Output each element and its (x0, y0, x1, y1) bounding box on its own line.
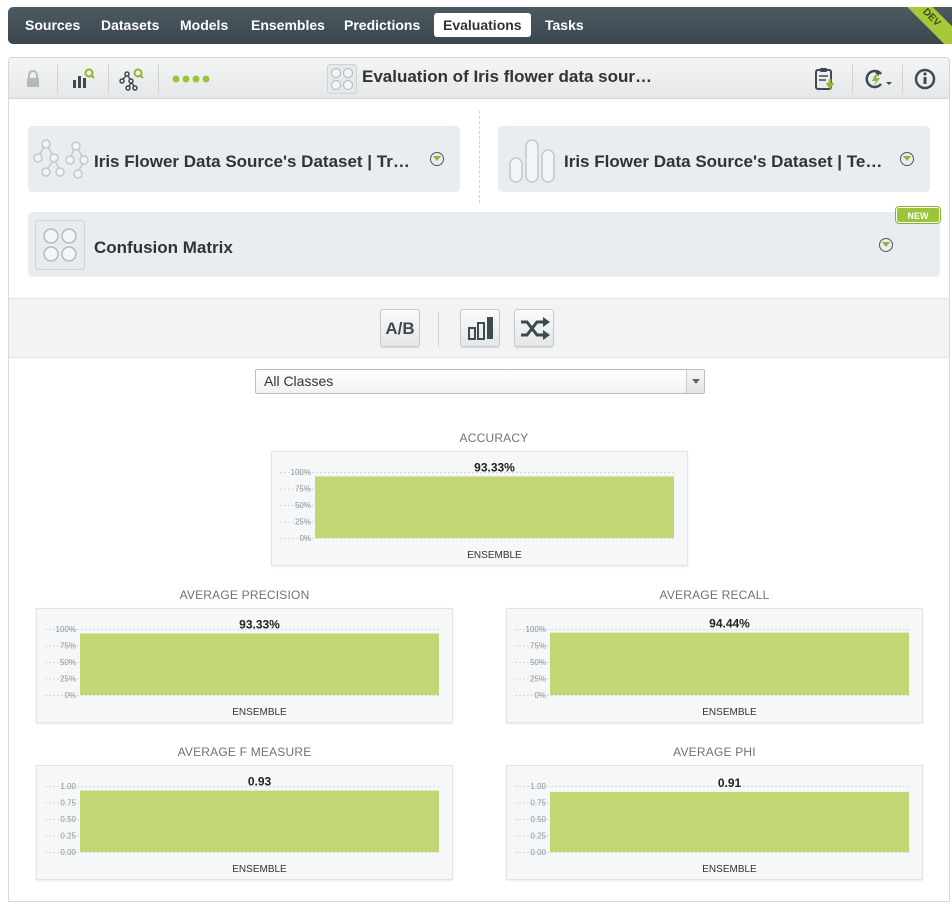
dots-icon[interactable] (171, 66, 215, 92)
x-tick-label: ENSEMBLE (702, 864, 757, 875)
tab-tasks[interactable]: Tasks (536, 13, 593, 37)
ab-compare-button[interactable]: A/B (380, 309, 420, 347)
tree-icon (32, 136, 94, 187)
main-nav: Sources Datasets Models Ensembles Predic… (8, 7, 952, 44)
y-tick-label: 75% (295, 485, 311, 494)
y-tick-label: 0.00 (60, 848, 76, 857)
train-dataset-label: Iris Flower Data Source's Dataset | Tr… (94, 152, 410, 171)
class-select-value: All Classes (264, 373, 334, 389)
y-tick-label: 0.50 (530, 815, 546, 824)
y-tick-label: 1.00 (530, 782, 546, 791)
data-label: 0.93 (248, 775, 272, 789)
data-label: 93.33% (474, 460, 515, 474)
chevron-down-icon[interactable] (686, 370, 704, 393)
x-tick-label: ENSEMBLE (702, 707, 757, 718)
avg-f-measure-chart: 1.00 0.75 0.50 0.25 0.00 0.93 ENSEMBLE (36, 765, 453, 880)
y-tick-label: 0% (64, 691, 76, 700)
test-dataset-card[interactable]: Iris Flower Data Source's Dataset | Te… (498, 126, 930, 192)
avg-precision-title: AVERAGE PRECISION (179, 588, 310, 602)
x-tick-label: ENSEMBLE (467, 550, 522, 561)
class-select[interactable]: All Classes (255, 369, 705, 394)
info-icon[interactable] (912, 66, 938, 92)
y-tick-label: 0.00 (530, 848, 546, 857)
reload-menu-icon[interactable] (862, 66, 896, 92)
accuracy-title: ACCURACY (459, 431, 529, 445)
avg-recall-chart: 100% 75% 50% 25% 0% 94.44% ENSEMBLE (506, 608, 923, 723)
expand-train-icon[interactable] (430, 152, 444, 166)
bar (80, 790, 439, 852)
page-title: Evaluation of Iris flower data sour… (362, 67, 652, 86)
x-tick-label: ENSEMBLE (232, 707, 287, 718)
avg-phi-title: AVERAGE PHI (673, 745, 756, 759)
y-tick-label: 100% (291, 468, 311, 477)
data-label: 94.44% (709, 617, 750, 631)
chart-svg: 1.00 0.75 0.50 0.25 0.00 0.91 ENSEMBLE (515, 776, 909, 875)
train-dataset-card[interactable]: Iris Flower Data Source's Dataset | Tr… (28, 126, 460, 192)
ab-compare-label: A/B (385, 319, 415, 338)
avg-recall-title: AVERAGE RECALL (659, 588, 770, 602)
bar-chart-icon (468, 317, 493, 340)
dev-ribbon: DEV (892, 7, 952, 44)
matrix-icon (35, 220, 85, 270)
y-tick-label: 50% (530, 658, 546, 667)
y-tick-label: 0.75 (60, 799, 76, 808)
confusion-matrix-card[interactable]: Confusion Matrix (28, 212, 940, 277)
avg-precision-chart: 100% 75% 50% 25% 0% 93.33% ENSEMBLE (36, 608, 453, 723)
y-tick-label: 1.00 (60, 782, 76, 791)
view-switcher: A/B (9, 298, 949, 358)
tab-sources[interactable]: Sources (16, 13, 89, 37)
y-tick-label: 100% (526, 625, 546, 634)
y-tick-label: 0.50 (60, 815, 76, 824)
y-tick-label: 25% (60, 675, 76, 684)
chart-svg: 100% 75% 50% 25% 0% 93.33% ENSEMBLE (45, 617, 439, 718)
accuracy-chart: 100% 75% 50% 25% 0% 93.33% ENSEMBLE (271, 451, 688, 566)
y-tick-label: 50% (295, 501, 311, 510)
shuffle-icon (521, 317, 550, 340)
bar-chart-view-button[interactable] (460, 309, 500, 347)
x-tick-label: ENSEMBLE (232, 864, 287, 875)
lock-icon[interactable] (20, 66, 46, 92)
shuffle-view-button[interactable] (514, 309, 554, 347)
y-tick-label: 0% (299, 534, 311, 543)
y-tick-label: 0% (534, 691, 546, 700)
tab-datasets[interactable]: Datasets (92, 13, 168, 37)
y-tick-label: 75% (530, 642, 546, 651)
y-tick-label: 100% (56, 625, 76, 634)
expand-confusion-icon[interactable] (879, 238, 893, 252)
new-badge: NEW (896, 207, 940, 223)
confusion-matrix-label: Confusion Matrix (94, 238, 233, 257)
chart-svg: 1.00 0.75 0.50 0.25 0.00 0.93 ENSEMBLE (45, 775, 439, 875)
resource-toolbar: Evaluation of Iris flower data sour… (8, 57, 950, 99)
y-tick-label: 50% (60, 658, 76, 667)
chart-svg: 100% 75% 50% 25% 0% 93.33% ENSEMBLE (280, 460, 674, 561)
bar-chart-search-icon[interactable] (70, 66, 96, 92)
y-tick-label: 0.25 (530, 832, 546, 841)
bar (550, 791, 909, 852)
bar (315, 476, 674, 538)
clipboard-download-icon[interactable] (812, 66, 838, 92)
bar (80, 633, 439, 695)
tree-search-icon[interactable] (119, 66, 145, 92)
y-tick-label: 0.75 (530, 799, 546, 808)
y-tick-label: 75% (60, 642, 76, 651)
y-tick-label: 25% (295, 518, 311, 527)
evaluation-panel: Iris Flower Data Source's Dataset | Tr… … (8, 99, 950, 902)
matrix-icon (327, 64, 357, 94)
tab-evaluations[interactable]: Evaluations (434, 13, 531, 37)
test-dataset-label: Iris Flower Data Source's Dataset | Te… (564, 152, 883, 171)
avg-phi-chart: 1.00 0.75 0.50 0.25 0.00 0.91 ENSEMBLE (506, 765, 923, 880)
data-label: 93.33% (239, 617, 280, 631)
histogram-icon (508, 136, 558, 189)
tab-models[interactable]: Models (171, 13, 237, 37)
y-tick-label: 0.25 (60, 832, 76, 841)
y-tick-label: 25% (530, 675, 546, 684)
tab-predictions[interactable]: Predictions (335, 13, 429, 37)
chart-svg: 100% 75% 50% 25% 0% 94.44% ENSEMBLE (515, 617, 909, 718)
data-label: 0.91 (718, 776, 742, 790)
avg-f-measure-title: AVERAGE F MEASURE (177, 745, 312, 759)
bar (550, 632, 909, 695)
tab-ensembles[interactable]: Ensembles (242, 13, 334, 37)
expand-test-icon[interactable] (900, 152, 914, 166)
